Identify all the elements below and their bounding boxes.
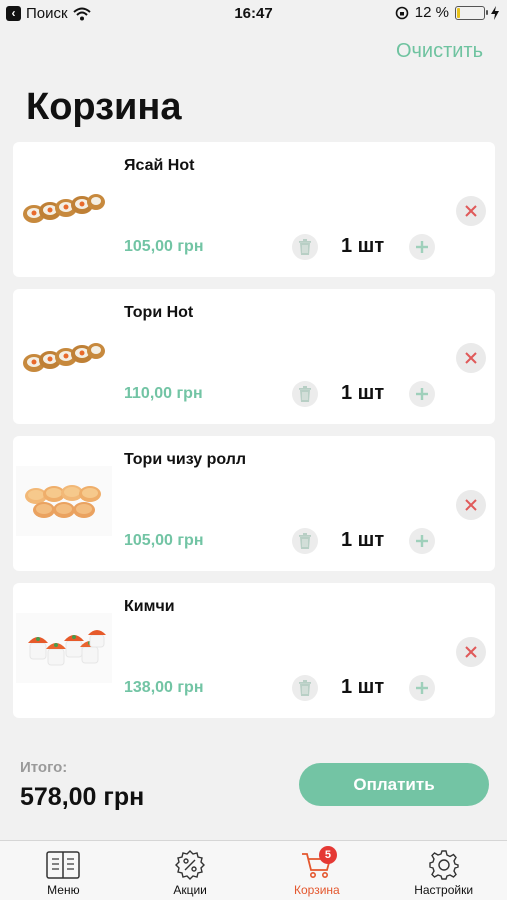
item-quantity: 1 шт xyxy=(341,235,385,257)
plus-icon xyxy=(416,388,428,400)
remove-item-button[interactable] xyxy=(456,196,486,226)
cart-item: Ясай Hot 105,00 грн 1 шт xyxy=(13,142,495,277)
item-name: Ясай Hot xyxy=(124,157,195,174)
item-price: 105,00 грн xyxy=(124,532,204,549)
tab-promotions[interactable]: Акции xyxy=(127,841,254,900)
tab-label: Корзина xyxy=(294,883,340,897)
increase-quantity-button[interactable] xyxy=(409,381,435,407)
trash-button[interactable] xyxy=(292,675,318,701)
trash-icon xyxy=(299,239,311,255)
plus-icon xyxy=(416,535,428,547)
trash-button[interactable] xyxy=(292,381,318,407)
item-name: Кимчи xyxy=(124,598,175,615)
total-label: Итого: xyxy=(20,759,68,776)
page-title: Корзина xyxy=(26,86,182,128)
plus-icon xyxy=(416,682,428,694)
tab-bar: Меню Акции 5 Корзина Настройки xyxy=(0,840,507,900)
cart-item: Тори Hot 110,00 грн 1 шт xyxy=(13,289,495,424)
clear-cart-button[interactable]: Очистить xyxy=(396,40,483,63)
tab-menu[interactable]: Меню xyxy=(0,841,127,900)
gear-icon xyxy=(426,849,462,881)
trash-button[interactable] xyxy=(292,234,318,260)
cart-icon: 5 xyxy=(299,846,337,881)
cart-badge: 5 xyxy=(318,846,337,864)
charging-icon xyxy=(491,5,499,20)
pay-button[interactable]: Оплатить xyxy=(299,763,489,806)
item-quantity: 1 шт xyxy=(341,529,385,551)
remove-item-button[interactable] xyxy=(456,490,486,520)
gunkan-kimchi-image xyxy=(16,613,112,683)
cart-item: Кимчи 138,00 грн 1 шт xyxy=(13,583,495,718)
tab-label: Меню xyxy=(47,883,80,897)
trash-button[interactable] xyxy=(292,528,318,554)
tab-label: Настройки xyxy=(414,883,474,897)
discount-icon xyxy=(172,849,208,881)
total-value: 578,00 грн xyxy=(20,783,145,811)
status-bar: ‹ Поиск 16:47 12 % xyxy=(0,0,507,28)
item-name: Тори Hot xyxy=(124,304,194,321)
trash-icon xyxy=(299,386,311,402)
item-price: 110,00 грн xyxy=(124,385,203,402)
plus-icon xyxy=(416,241,428,253)
battery-icon xyxy=(455,5,488,20)
tab-label: Акции xyxy=(173,883,207,897)
status-right: 12 % xyxy=(395,4,499,21)
increase-quantity-button[interactable] xyxy=(409,675,435,701)
item-name: Тори чизу ролл xyxy=(124,451,247,468)
tab-settings[interactable]: Настройки xyxy=(380,841,507,900)
trash-icon xyxy=(299,680,311,696)
item-price: 105,00 грн xyxy=(124,238,204,255)
close-icon xyxy=(465,205,477,217)
remove-item-button[interactable] xyxy=(456,637,486,667)
trash-icon xyxy=(299,533,311,549)
increase-quantity-button[interactable] xyxy=(409,528,435,554)
battery-percent: 12 % xyxy=(414,4,449,21)
roll-hot-image xyxy=(23,194,105,223)
item-quantity: 1 шт xyxy=(341,382,385,404)
remove-item-button[interactable] xyxy=(456,343,486,373)
menu-book-icon xyxy=(45,849,81,881)
item-quantity: 1 шт xyxy=(341,676,385,698)
close-icon xyxy=(465,646,477,658)
cart-item: Тори чизу ролл 105,00 грн 1 шт xyxy=(13,436,495,571)
increase-quantity-button[interactable] xyxy=(409,234,435,260)
item-price: 138,00 грн xyxy=(124,679,204,696)
close-icon xyxy=(465,352,477,364)
roll-cheese-image xyxy=(16,466,112,536)
rotation-lock-icon xyxy=(395,6,409,19)
close-icon xyxy=(465,499,477,511)
roll-hot-image xyxy=(23,343,105,372)
tab-cart[interactable]: 5 Корзина xyxy=(254,841,381,900)
